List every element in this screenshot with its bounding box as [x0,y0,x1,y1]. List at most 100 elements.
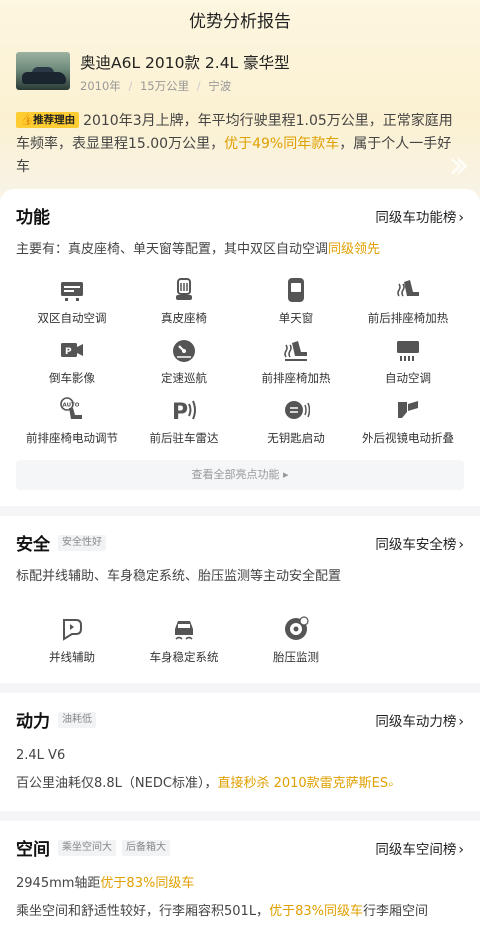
wheelbase-spec: 2945mm轴距优于83%同级车 [16,874,464,894]
feature-label: 无钥匙启动 [267,431,325,445]
wheelbase-text: 2945mm轴距 [16,876,101,891]
engine-spec: 2.4L V6 [16,748,66,763]
space-tag: 乘坐空间大 [58,839,116,856]
feature-label: 前后驻车雷达 [149,431,219,445]
chevron-right-icon: › [458,209,464,226]
feature-item[interactable]: 真皮座椅 [128,276,240,326]
car-year: 2010年 [80,79,121,93]
features-title: 功能 [16,208,50,228]
chevron-right-icon: › [458,536,464,553]
features-desc-highlight: 同级领先 [328,242,381,257]
header-area: 优势分析报告 奥迪A6L 2010款 2.4L 豪华型 2010年 / 15万公… [0,0,480,197]
car-name: 奥迪A6L 2010款 2.4L 豪华型 [80,54,290,72]
features-rank-link[interactable]: 同级车功能榜 › [375,206,464,226]
features-desc: 主要有：真皮座椅、单天窗等配置，其中双区自动空调同级领先 [16,240,464,260]
features-section: 功能 同级车功能榜 › 主要有：真皮座椅、单天窗等配置，其中双区自动空调同级领先 … [0,189,480,506]
feature-label: 真皮座椅 [161,311,207,325]
safety-grid: 并线辅助 车身稳定系统 胎压监测 [16,615,464,665]
power-tag: 油耗低 [58,711,96,728]
feature-label: 前排座椅电动调节 [26,431,118,445]
features-rank-label: 同级车功能榜 [375,209,457,226]
recommend-badge: 👍推荐理由 [16,112,80,128]
feature-label: 自动空调 [385,371,431,385]
cruise-control-icon [173,340,195,362]
feature-item[interactable]: 外后视镜电动折叠 [352,396,464,446]
car-mileage: 15万公里 [139,79,190,93]
stability-control-icon [175,621,193,640]
features-grid: 双区自动空调 真皮座椅 单天窗 前后排座椅加热 P 倒车影像 定速巡航 前排座椅… [16,276,464,456]
safety-item[interactable]: 车身稳定系统 [128,615,240,665]
decorative-chevron-icon: ›› [448,142,470,188]
mirror-fold-icon [398,401,418,418]
space-section: 空间 乘坐空间大 后备箱大 同级车空间榜 › 2945mm轴距优于83%同级车 乘坐空… [0,821,480,940]
sunroof-icon [288,278,304,302]
car-summary[interactable]: 奥迪A6L 2010款 2.4L 豪华型 2010年 / 15万公里 / 宁波 [0,44,480,94]
search-icon: ⌕ [388,779,394,790]
dual-zone-ac-icon [61,282,83,301]
power-rank-link[interactable]: 同级车动力榜 › [375,710,464,730]
chevron-right-icon: › [458,841,464,858]
tire-pressure-icon [285,616,309,640]
power-title: 动力 油耗低 [16,707,96,732]
feature-item[interactable]: 无钥匙启动 [240,396,352,446]
recommend-badge-label: 推荐理由 [33,114,76,126]
feature-item[interactable]: 定速巡航 [128,336,240,386]
space-title-text: 空间 [16,840,50,860]
svg-text:P: P [172,400,188,424]
auto-ac-icon [397,341,419,361]
svg-text:P: P [65,347,72,357]
trunk-text-end: 行李厢空间 [362,904,428,919]
safety-section: 安全 安全性好 同级车安全榜 › 标配并线辅助、车身稳定系统、胎压监测等主动安全配置… [0,516,480,683]
safety-rank-link[interactable]: 同级车安全榜 › [375,533,464,553]
safety-item[interactable]: 并线辅助 [16,615,128,665]
safety-title: 安全 安全性好 [16,530,106,555]
safety-label: 胎压监测 [273,650,319,664]
leather-seat-icon [176,278,192,300]
power-title-text: 动力 [16,712,50,732]
feature-item[interactable]: 前后排座椅加热 [352,276,464,326]
feature-item[interactable]: P 倒车影像 [16,336,128,386]
feature-label: 前排座椅加热 [261,371,331,385]
car-city: 宁波 [208,79,232,93]
safety-title-text: 安全 [16,535,50,555]
space-rank-label: 同级车空间榜 [375,841,457,858]
lane-assist-icon [63,619,82,641]
space-rank-link[interactable]: 同级车空间榜 › [375,838,464,858]
fuel-compare-link[interactable]: 直接秒杀 2010款雷克萨斯ES [217,776,388,791]
power-seat-icon: AUTO [60,397,82,419]
svg-text:AUTO: AUTO [63,403,80,409]
feature-item[interactable]: 单天窗 [240,276,352,326]
fuel-spec: 百公里油耗仅8.8L（NEDC标准），直接秒杀 2010款雷克萨斯ES⌕ [16,774,464,795]
car-meta: 2010年 / 15万公里 / 宁波 [80,78,290,94]
meta-separator: / [196,79,201,93]
space-tag: 后备箱大 [122,839,170,856]
space-title: 空间 乘坐空间大 后备箱大 [16,835,170,860]
keyless-start-icon [285,401,310,419]
safety-tag: 安全性好 [58,534,106,551]
safety-label: 车身稳定系统 [149,650,219,664]
page-title: 优势分析报告 [189,12,291,32]
feature-item[interactable]: 双区自动空调 [16,276,128,326]
safety-item[interactable]: 胎压监测 [240,615,352,665]
feature-label: 单天窗 [278,311,314,325]
feature-label: 双区自动空调 [37,311,107,325]
feature-item[interactable]: 自动空调 [352,336,464,386]
parking-radar-icon: P [172,400,196,424]
safety-desc: 标配并线辅助、车身稳定系统、胎压监测等主动安全配置 [16,569,342,584]
reason-highlight: 优于49%同年款车 [224,136,340,152]
car-thumbnail [16,52,70,90]
recommend-reason: 👍推荐理由 2010年3月上牌，年平均行驶里程1.05万公里，正常家庭用车频率，表… [16,110,470,188]
power-rank-label: 同级车动力榜 [375,713,457,730]
feature-item[interactable]: AUTO 前排座椅电动调节 [16,396,128,446]
feature-label: 定速巡航 [161,371,207,385]
meta-separator: / [128,79,133,93]
safety-rank-label: 同级车安全榜 [375,536,457,553]
view-all-features-button[interactable]: 查看全部亮点功能 ▸ [16,460,464,490]
feature-label: 倒车影像 [49,371,95,385]
wheelbase-highlight: 优于83%同级车 [100,876,195,891]
front-seat-heating-icon [284,341,307,361]
feature-item[interactable]: 前排座椅加热 [240,336,352,386]
feature-label: 外后视镜电动折叠 [362,431,454,445]
features-desc-text: 主要有：真皮座椅、单天窗等配置，其中双区自动空调 [16,242,329,257]
feature-item[interactable]: P 前后驻车雷达 [128,396,240,446]
